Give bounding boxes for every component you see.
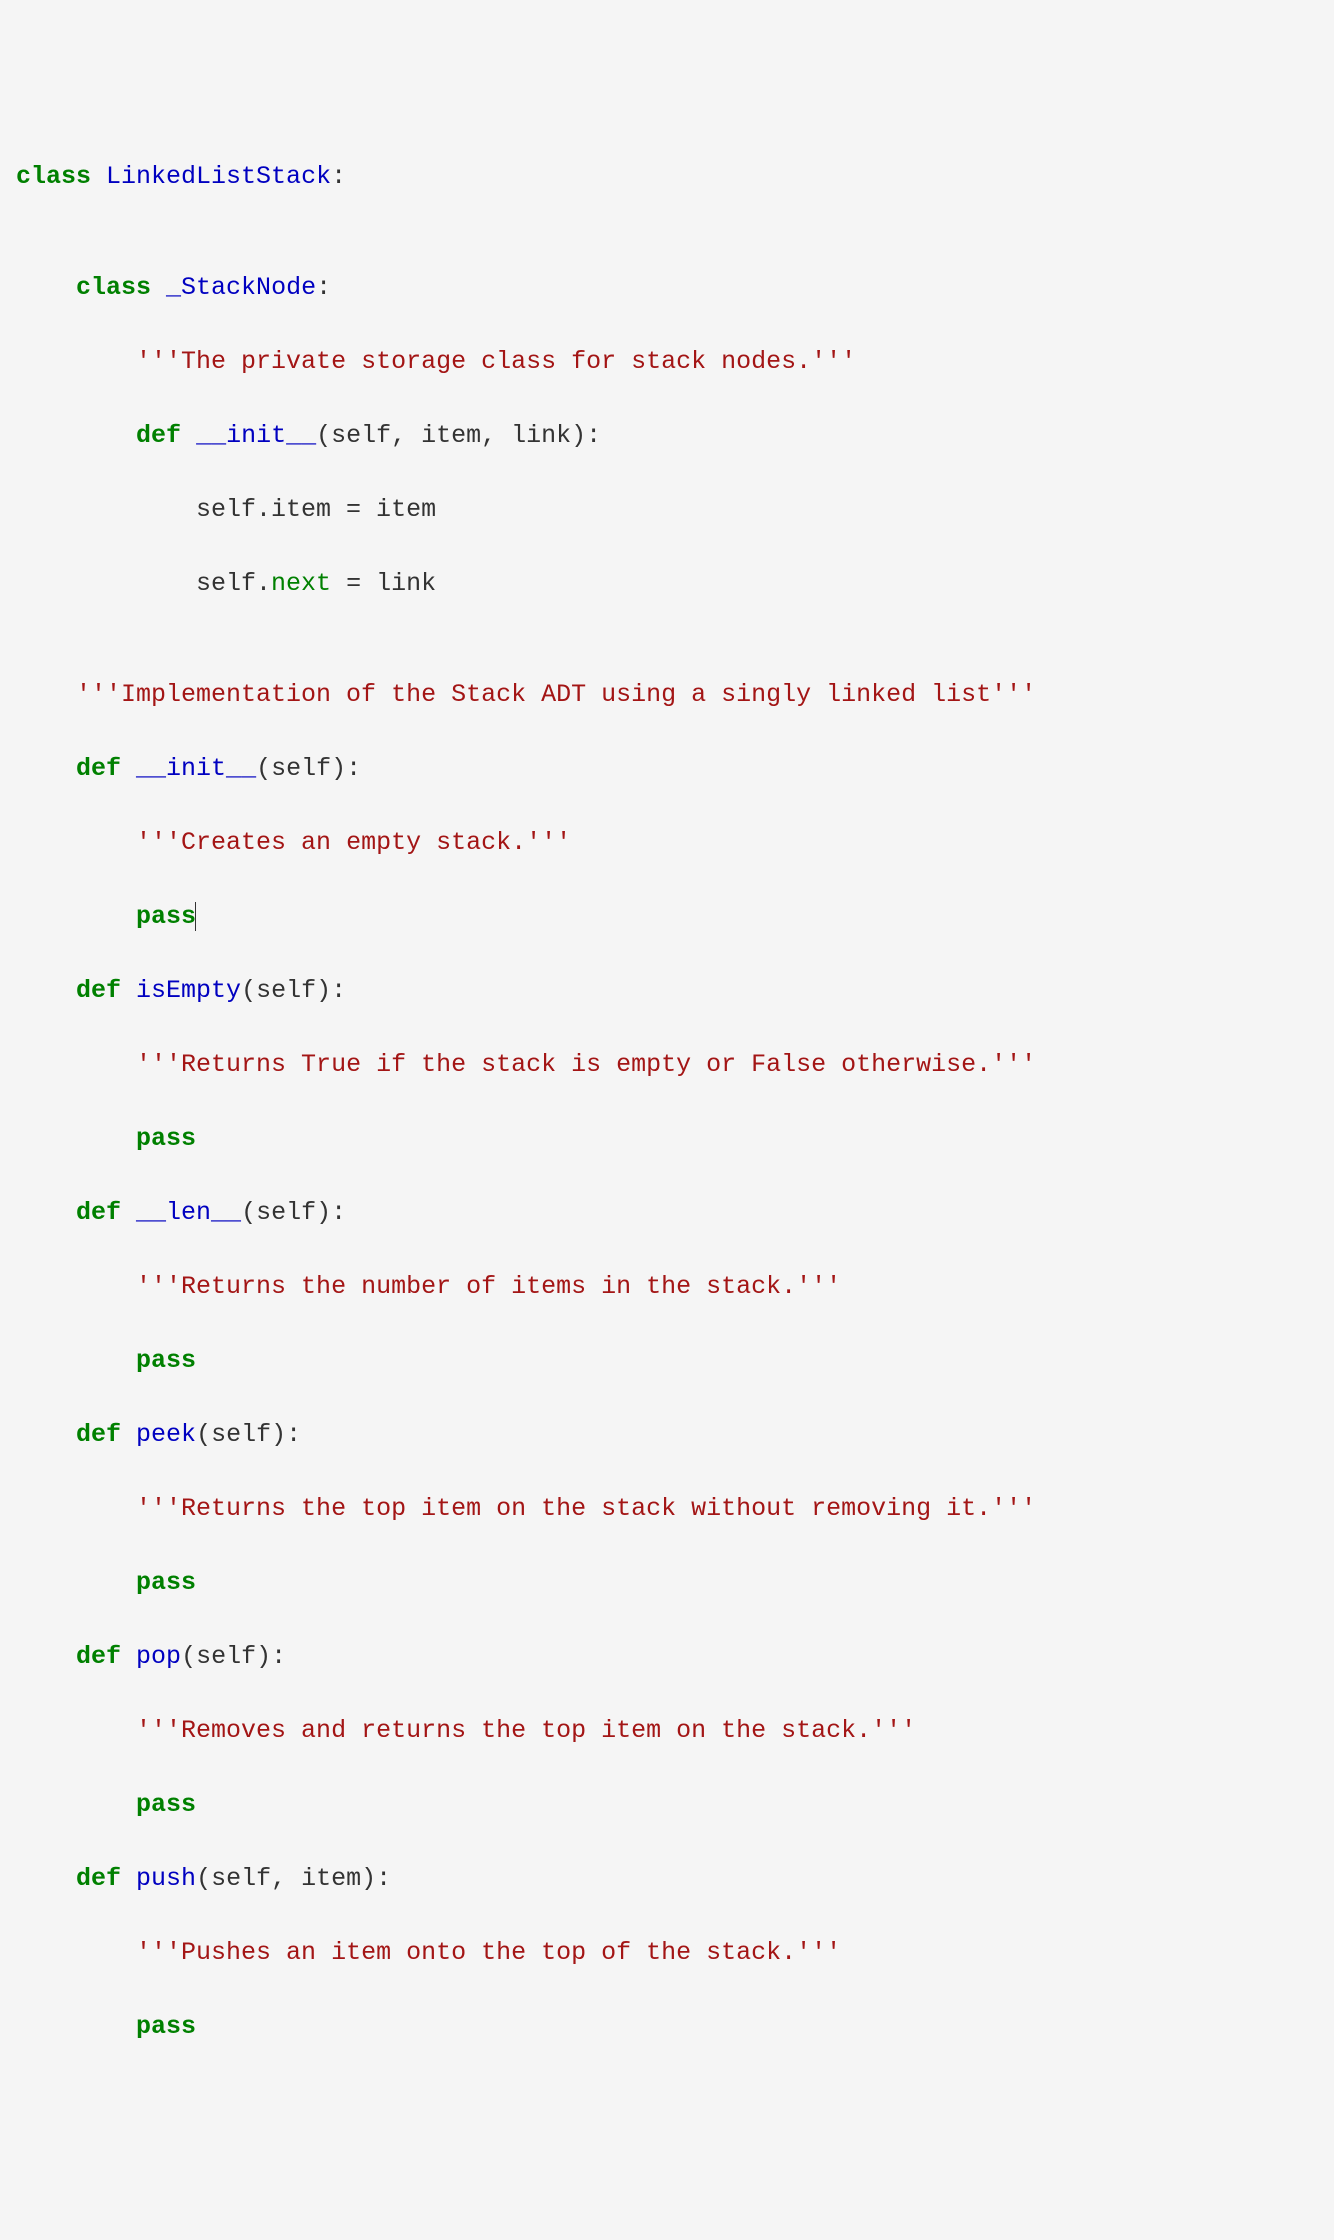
colon: :	[331, 162, 346, 191]
keyword-pass: pass	[136, 2012, 196, 2041]
code-line: pass	[16, 1342, 1318, 1379]
code-line: pass	[16, 1786, 1318, 1823]
docstring: '''Pushes an item onto the top of the st…	[136, 1938, 841, 1967]
docstring: '''Returns the top item on the stack wit…	[136, 1494, 1036, 1523]
text-cursor	[195, 902, 196, 931]
docstring: '''The private storage class for stack n…	[136, 347, 856, 376]
code-line: def __len__(self):	[16, 1194, 1318, 1231]
code-line: pass	[16, 1564, 1318, 1601]
indent	[16, 1642, 76, 1671]
indent	[16, 1938, 136, 1967]
keyword-def: def	[76, 1642, 121, 1671]
code-line: pass	[16, 1120, 1318, 1157]
function-name: __init__	[196, 421, 316, 450]
indent	[16, 680, 76, 709]
indent	[16, 1568, 136, 1597]
class-name: LinkedListStack	[106, 162, 331, 191]
indent	[16, 976, 76, 1005]
indent	[16, 754, 76, 783]
params: (self):	[181, 1642, 286, 1671]
params: (self):	[196, 1420, 301, 1449]
params: (self, item):	[196, 1864, 391, 1893]
keyword-def: def	[76, 754, 121, 783]
docstring: '''Returns True if the stack is empty or…	[136, 1050, 1036, 1079]
code-line: def peek(self):	[16, 1416, 1318, 1453]
builtin-next: next	[271, 569, 331, 598]
code-line: def isEmpty(self):	[16, 972, 1318, 1009]
function-name: isEmpty	[136, 976, 241, 1005]
indent	[16, 421, 136, 450]
indent	[16, 1272, 136, 1301]
indent	[16, 495, 196, 524]
code-line: '''Implementation of the Stack ADT using…	[16, 676, 1318, 713]
keyword-pass: pass	[136, 1124, 196, 1153]
params: (self):	[256, 754, 361, 783]
keyword-pass: pass	[136, 902, 196, 931]
code-line: pass	[16, 2008, 1318, 2045]
params: (self):	[241, 1198, 346, 1227]
code-line: '''Creates an empty stack.'''	[16, 824, 1318, 861]
code-line: '''Removes and returns the top item on t…	[16, 1712, 1318, 1749]
class-name: _StackNode	[166, 273, 316, 302]
keyword-class: class	[76, 273, 151, 302]
code-line: self.next = link	[16, 565, 1318, 602]
code-line: '''Returns the top item on the stack wit…	[16, 1490, 1318, 1527]
docstring: '''Creates an empty stack.'''	[136, 828, 571, 857]
function-name: pop	[136, 1642, 181, 1671]
code-line: class _StackNode:	[16, 269, 1318, 306]
keyword-pass: pass	[136, 1568, 196, 1597]
indent	[16, 347, 136, 376]
indent	[16, 569, 196, 598]
code-line: '''Pushes an item onto the top of the st…	[16, 1934, 1318, 1971]
code-line: '''Returns the number of items in the st…	[16, 1268, 1318, 1305]
params: (self, item, link):	[316, 421, 601, 450]
code-line: '''The private storage class for stack n…	[16, 343, 1318, 380]
function-name: push	[136, 1864, 196, 1893]
code-line: '''Returns True if the stack is empty or…	[16, 1046, 1318, 1083]
indent	[16, 1420, 76, 1449]
code-line: class LinkedListStack:	[16, 158, 1318, 195]
indent	[16, 902, 136, 931]
statement-post: = link	[331, 569, 436, 598]
indent	[16, 1864, 76, 1893]
code-line: def __init__(self):	[16, 750, 1318, 787]
code-line: def __init__(self, item, link):	[16, 417, 1318, 454]
code-line: def pop(self):	[16, 1638, 1318, 1675]
docstring: '''Returns the number of items in the st…	[136, 1272, 841, 1301]
indent	[16, 1494, 136, 1523]
indent	[16, 1716, 136, 1745]
keyword-def: def	[76, 1864, 121, 1893]
indent	[16, 828, 136, 857]
indent	[16, 1050, 136, 1079]
function-name: peek	[136, 1420, 196, 1449]
keyword-def: def	[76, 1420, 121, 1449]
keyword-pass: pass	[136, 1346, 196, 1375]
function-name: __init__	[136, 754, 256, 783]
colon: :	[316, 273, 331, 302]
code-line: self.item = item	[16, 491, 1318, 528]
indent	[16, 1198, 76, 1227]
indent	[16, 2012, 136, 2041]
indent	[16, 1790, 136, 1819]
code-line: pass	[16, 898, 1318, 935]
keyword-def: def	[76, 1198, 121, 1227]
indent	[16, 1124, 136, 1153]
statement: self.item = item	[196, 495, 436, 524]
keyword-def: def	[136, 421, 181, 450]
params: (self):	[241, 976, 346, 1005]
indent	[16, 273, 76, 302]
statement-pre: self.	[196, 569, 271, 598]
keyword-class: class	[16, 162, 91, 191]
keyword-pass: pass	[136, 1790, 196, 1819]
docstring: '''Removes and returns the top item on t…	[136, 1716, 916, 1745]
code-line: def push(self, item):	[16, 1860, 1318, 1897]
function-name: __len__	[136, 1198, 241, 1227]
indent	[16, 1346, 136, 1375]
docstring: '''Implementation of the Stack ADT using…	[76, 680, 1036, 709]
keyword-def: def	[76, 976, 121, 1005]
